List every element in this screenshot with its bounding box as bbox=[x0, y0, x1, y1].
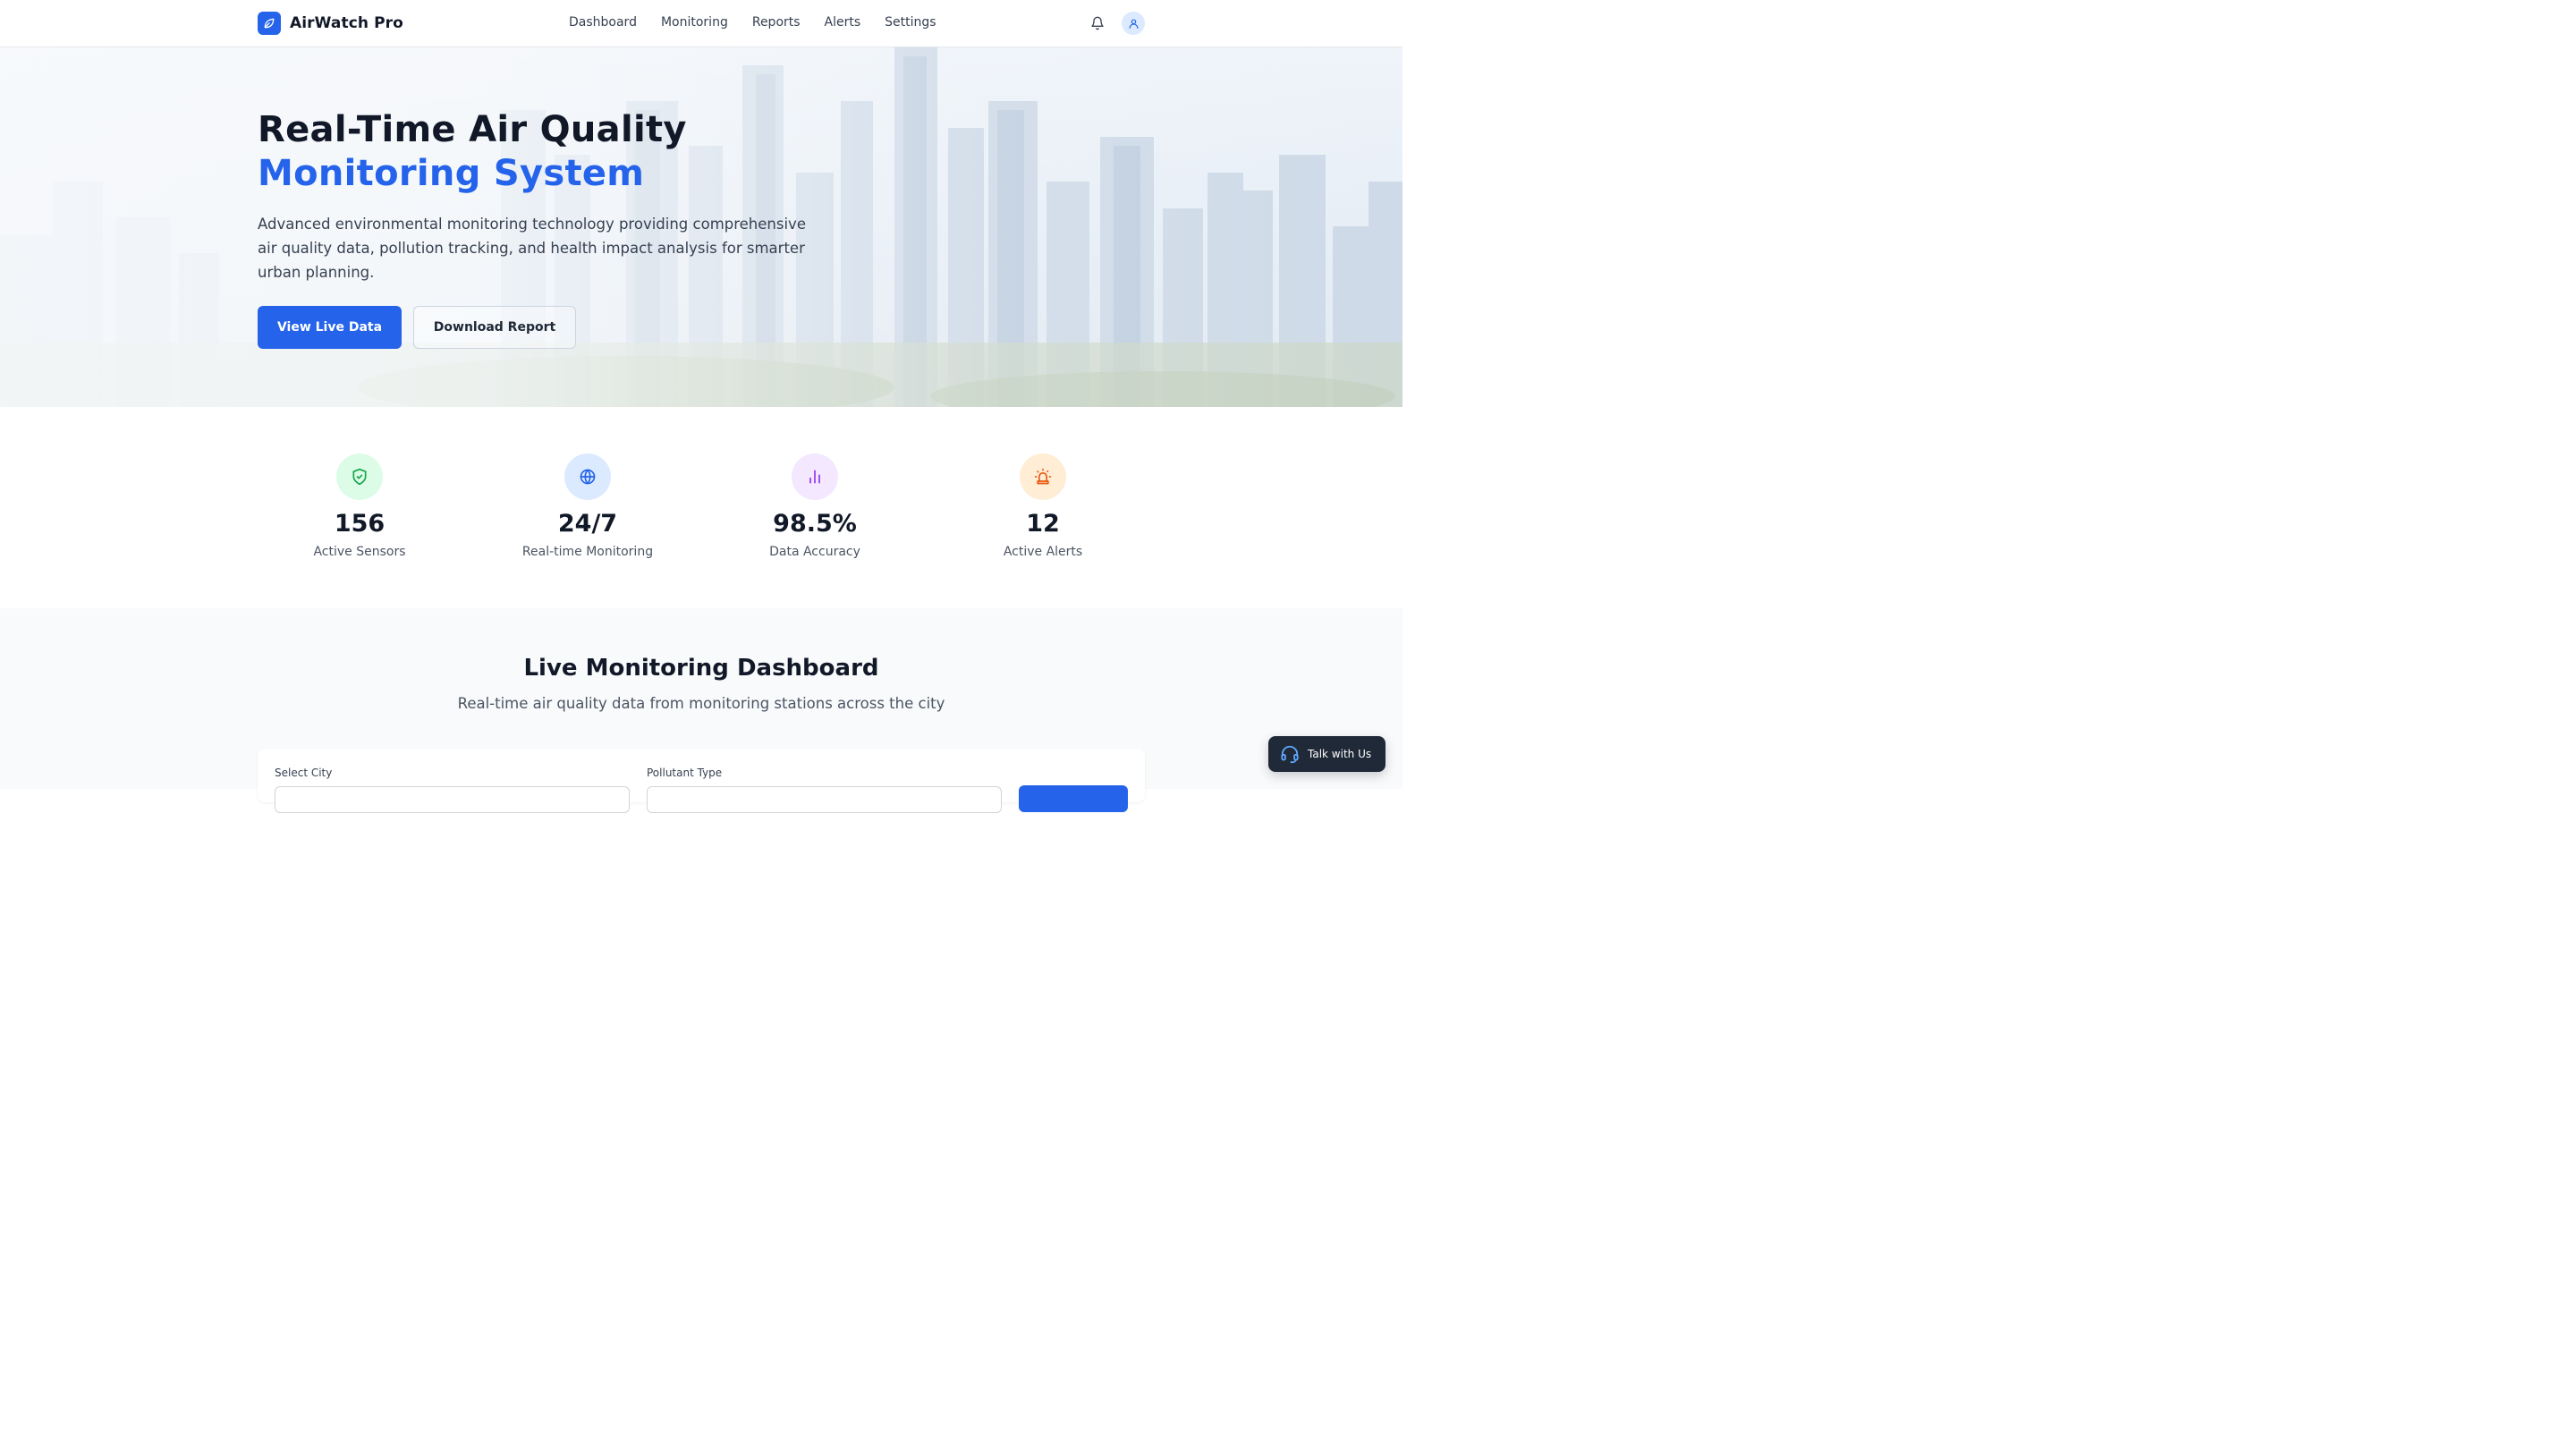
stat-value: 24/7 bbox=[557, 510, 618, 538]
filter-card: Select City Pollutant Type bbox=[258, 749, 1145, 813]
stat-label: Data Accuracy bbox=[769, 545, 860, 559]
bell-icon[interactable] bbox=[1089, 14, 1106, 32]
leaf-icon bbox=[258, 12, 281, 35]
stat-value: 12 bbox=[1026, 510, 1060, 538]
stats-section: 156 Active Sensors 24/7 Real-time Monito… bbox=[0, 407, 1402, 608]
siren-icon bbox=[1020, 453, 1066, 500]
top-navbar: AirWatch Pro Dashboard Monitoring Report… bbox=[0, 0, 1402, 47]
nav-link-alerts[interactable]: Alerts bbox=[825, 15, 861, 30]
pollutant-type-label: Pollutant Type bbox=[647, 767, 723, 779]
dashboard-subtitle: Real-time air quality data from monitori… bbox=[457, 695, 945, 712]
talk-with-us-button[interactable]: Talk with Us bbox=[1268, 736, 1385, 772]
live-dashboard-section: Live Monitoring Dashboard Real-time air … bbox=[0, 608, 1402, 813]
stat-data-accuracy: 98.5% Data Accuracy bbox=[725, 453, 904, 559]
brand[interactable]: AirWatch Pro bbox=[258, 12, 403, 35]
dashboard-title: Live Monitoring Dashboard bbox=[523, 655, 879, 682]
nav-links: Dashboard Monitoring Reports Alerts Sett… bbox=[569, 15, 936, 30]
apply-filter-button[interactable] bbox=[1019, 785, 1128, 812]
stat-value: 98.5% bbox=[773, 510, 857, 538]
stat-label: Real-time Monitoring bbox=[521, 545, 654, 559]
hero-title-line1: Real-Time Air Quality bbox=[258, 109, 687, 150]
bar-chart-icon bbox=[792, 453, 838, 500]
nav-link-settings[interactable]: Settings bbox=[885, 15, 936, 30]
nav-link-reports[interactable]: Reports bbox=[752, 15, 801, 30]
user-icon bbox=[1129, 19, 1138, 29]
stat-label: Active Sensors bbox=[313, 545, 406, 559]
brand-name: AirWatch Pro bbox=[290, 14, 403, 32]
stat-active-sensors: 156 Active Sensors bbox=[270, 453, 449, 559]
download-report-button[interactable]: Download Report bbox=[413, 306, 576, 349]
headset-icon bbox=[1281, 745, 1299, 764]
shield-check-icon bbox=[336, 453, 383, 500]
stat-realtime-monitoring: 24/7 Real-time Monitoring bbox=[498, 453, 677, 559]
nav-link-dashboard[interactable]: Dashboard bbox=[569, 15, 637, 30]
stat-value: 156 bbox=[334, 510, 386, 538]
chat-label: Talk with Us bbox=[1308, 748, 1372, 760]
select-city-label: Select City bbox=[275, 767, 333, 779]
hero-description: Advanced environmental monitoring techno… bbox=[258, 216, 806, 281]
stat-label: Active Alerts bbox=[1003, 545, 1083, 559]
stat-active-alerts: 12 Active Alerts bbox=[953, 453, 1132, 559]
hero-title: Real-Time Air Quality Monitoring System bbox=[258, 108, 687, 196]
city-select[interactable] bbox=[275, 786, 630, 813]
view-live-data-button[interactable]: View Live Data bbox=[258, 306, 402, 349]
hero-title-line2: Monitoring System bbox=[258, 153, 645, 194]
pollutant-select[interactable] bbox=[647, 786, 1002, 813]
user-avatar[interactable] bbox=[1122, 12, 1145, 35]
globe-icon bbox=[564, 453, 611, 500]
nav-link-monitoring[interactable]: Monitoring bbox=[661, 15, 728, 30]
hero-section: Real-Time Air Quality Monitoring System … bbox=[0, 47, 1402, 407]
